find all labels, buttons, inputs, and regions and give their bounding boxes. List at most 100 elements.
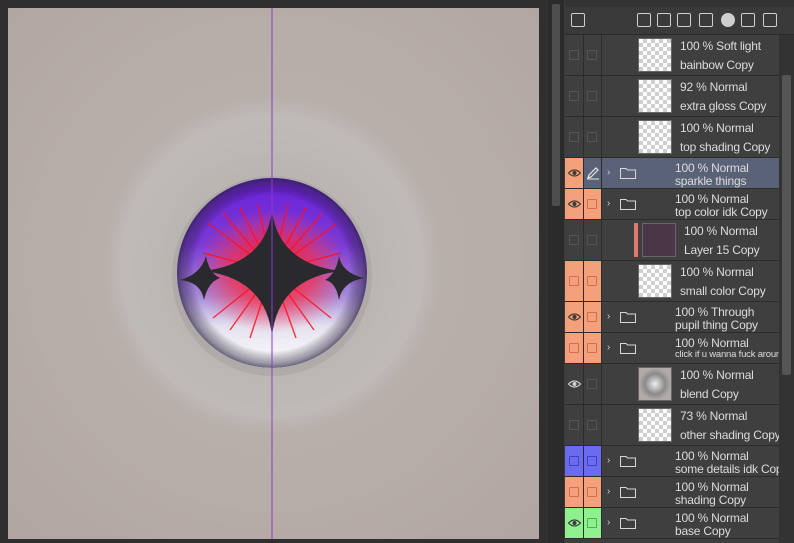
merge-layer-icon[interactable] (699, 13, 713, 27)
layer-name[interactable]: shading Copy (675, 493, 746, 507)
lock-toggle[interactable] (584, 76, 602, 116)
visibility-toggle[interactable] (565, 302, 584, 332)
lock-toggle[interactable] (584, 405, 602, 445)
layer-row[interactable]: 100 % Normal Layer 15 Copy (565, 220, 779, 261)
lock-toggle[interactable] (584, 220, 602, 260)
layer-name[interactable]: click if u wanna fuck around (675, 349, 786, 360)
folder-icon (620, 168, 636, 179)
copy-layer-icon[interactable] (677, 13, 691, 27)
layer-blend-mode: 100 % Normal (675, 192, 749, 206)
canvas-vertical-scrollbar[interactable] (548, 0, 564, 543)
visibility-toggle[interactable] (565, 405, 584, 445)
lock-toggle[interactable] (584, 477, 602, 507)
lock-toggle[interactable] (584, 158, 602, 188)
unlocked-box (587, 91, 597, 101)
layer-name[interactable]: base Copy (675, 524, 731, 538)
lock-toggle[interactable] (584, 261, 602, 301)
expand-arrow-icon[interactable]: › (607, 518, 613, 528)
eye-icon (568, 200, 581, 208)
visibility-toggle[interactable] (565, 261, 584, 301)
layer-name[interactable]: top color idk Copy (675, 205, 768, 219)
layer-row[interactable]: 73 % Normal other shading Copy (565, 405, 781, 446)
apply-mask-icon[interactable] (741, 13, 755, 27)
layer-row[interactable]: 100 % Normal top shading Copy (565, 117, 779, 158)
new-raster-layer-icon[interactable] (571, 13, 585, 27)
layer-name[interactable]: bainbow Copy (680, 58, 754, 72)
expand-arrow-icon[interactable]: › (607, 456, 613, 466)
layer-thumbnail (638, 367, 672, 401)
layer-row[interactable]: 100 % Normal blend Copy (565, 364, 779, 405)
layer-blend-mode: 73 % Normal (680, 409, 748, 423)
layer-thumbnail (638, 79, 672, 113)
expand-arrow-icon[interactable]: › (607, 487, 613, 497)
layer-panel-scrollbar[interactable] (779, 35, 794, 543)
visibility-toggle[interactable] (565, 158, 584, 188)
layer-mask-icon[interactable] (721, 13, 735, 27)
lock-toggle[interactable] (584, 364, 602, 404)
layer-thumbnail (638, 38, 672, 72)
layer-name[interactable]: top shading Copy (680, 140, 770, 154)
layer-blend-mode: 100 % Normal (675, 449, 749, 463)
layer-name[interactable]: sparkle things (675, 174, 746, 188)
layer-name[interactable]: pupil thing Copy (675, 318, 758, 332)
layer-panel-scroll-thumb[interactable] (782, 75, 791, 375)
lock-toggle[interactable] (584, 508, 602, 538)
layer-name[interactable]: blend Copy (680, 387, 739, 401)
unlocked-box (587, 456, 597, 466)
layer-row[interactable]: 100 % Soft light bainbow Copy (565, 35, 779, 76)
expand-arrow-icon[interactable]: › (607, 168, 613, 178)
layer-folder-row[interactable]: › 100 % Normal top color idk Copy (565, 189, 779, 220)
visibility-toggle[interactable] (565, 220, 584, 260)
lock-toggle[interactable] (584, 117, 602, 157)
canvas-area[interactable] (0, 0, 548, 543)
lock-toggle[interactable] (584, 35, 602, 75)
layer-name[interactable]: extra gloss Copy (680, 99, 766, 113)
layer-folder-row[interactable]: › 100 % Through pupil thing Copy (565, 302, 779, 333)
delete-layer-icon[interactable] (763, 13, 777, 27)
layer-name[interactable]: other shading Copy (680, 428, 781, 442)
layer-blend-mode: 100 % Normal (675, 511, 749, 525)
layer-folder-row[interactable]: › 100 % Normal shading Copy (565, 477, 779, 508)
layer-color-bar (634, 223, 638, 257)
layer-name[interactable]: Layer 15 Copy (684, 243, 760, 257)
lock-toggle[interactable] (584, 333, 602, 363)
visibility-toggle[interactable] (565, 364, 584, 404)
layer-blend-mode: 100 % Through (675, 305, 755, 319)
visibility-toggle[interactable] (565, 333, 584, 363)
visibility-toggle[interactable] (565, 508, 584, 538)
layer-blend-mode: 100 % Normal (675, 336, 749, 350)
layer-row[interactable]: 100 % Normal small color Copy (565, 261, 779, 302)
visibility-toggle[interactable] (565, 189, 584, 219)
expand-arrow-icon[interactable]: › (607, 343, 613, 353)
panel-header-strip (565, 0, 794, 7)
lock-toggle[interactable] (584, 446, 602, 476)
folder-icon (620, 199, 636, 210)
visibility-toggle[interactable] (565, 76, 584, 116)
expand-arrow-icon[interactable]: › (607, 199, 613, 209)
new-layer-folder-icon[interactable] (657, 13, 671, 27)
canvas-scroll-thumb[interactable] (552, 4, 560, 206)
layer-name[interactable]: some details idk Copy (675, 462, 788, 476)
layer-folder-row[interactable]: › 100 % Normal sparkle things (565, 158, 779, 189)
layer-row[interactable]: 92 % Normal extra gloss Copy (565, 76, 779, 117)
layer-blend-mode: 100 % Normal (680, 265, 754, 279)
layer-panel: 100 % Soft light bainbow Copy 92 % Norma… (565, 0, 794, 543)
layer-folder-row[interactable]: › 100 % Normal some details idk Copy (565, 446, 788, 477)
layer-folder-row[interactable]: › 100 % Normal click if u wanna fuck aro… (565, 333, 786, 364)
layer-name[interactable]: small color Copy (680, 284, 766, 298)
drawing-canvas[interactable] (8, 8, 539, 539)
layer-folder-row[interactable]: › 100 % Normal base Copy (565, 508, 779, 539)
expand-arrow-icon[interactable]: › (607, 312, 613, 322)
visibility-toggle[interactable] (565, 446, 584, 476)
hidden-box (569, 276, 579, 286)
hidden-box (569, 420, 579, 430)
visibility-toggle[interactable] (565, 117, 584, 157)
new-vector-layer-icon[interactable] (637, 13, 651, 27)
lock-toggle[interactable] (584, 189, 602, 219)
lock-toggle[interactable] (584, 302, 602, 332)
layer-blend-mode: 100 % Normal (680, 368, 754, 382)
visibility-toggle[interactable] (565, 477, 584, 507)
layer-thumbnail (638, 120, 672, 154)
visibility-toggle[interactable] (565, 35, 584, 75)
eye-artwork (8, 8, 539, 539)
